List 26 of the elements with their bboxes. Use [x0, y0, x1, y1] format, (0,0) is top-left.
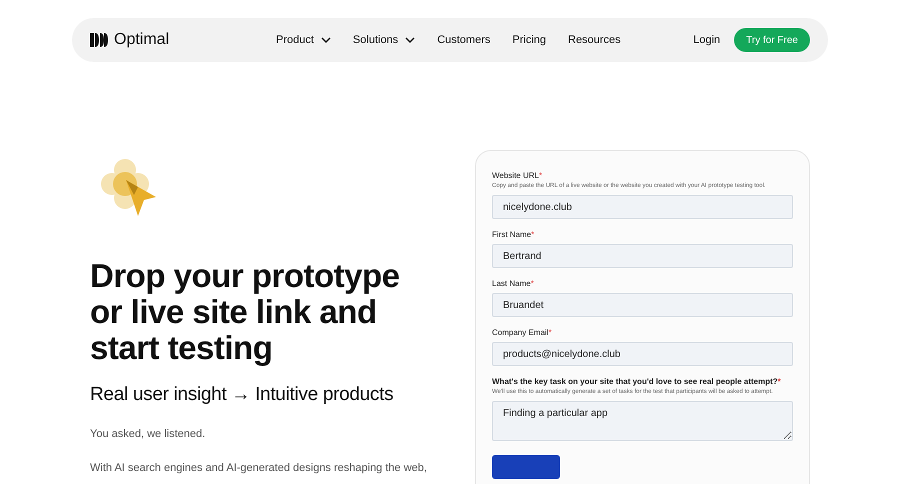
logo-icon [90, 33, 108, 47]
field-label: What's the key task on your site that you'd love to see real people attempt?* [492, 377, 782, 386]
hero-paragraph: With AI search engines and AI-generated designs reshaping the web, [90, 462, 428, 474]
nav-link[interactable]: Customers [437, 34, 490, 46]
hero-heading: Drop your prototype or live site link and start testing [90, 258, 400, 366]
chevron-down-icon [320, 37, 331, 43]
nav-link[interactable]: Solutions [352, 34, 416, 46]
field-label: Company Email* [492, 328, 553, 337]
field-label: First Name* [492, 230, 536, 239]
nav-link[interactable]: Resources [568, 34, 621, 46]
hero-paragraph: You asked, we listened. [90, 428, 206, 440]
submit-button[interactable] [492, 455, 560, 479]
text-input[interactable]: Bertrand [492, 244, 793, 268]
field-label: Website URL* [492, 171, 544, 180]
field-label: Last Name* [492, 279, 535, 288]
cursor-flower-icon [98, 158, 158, 218]
text-input[interactable]: Bruandet [492, 293, 793, 317]
text-area[interactable]: Finding a particular app [492, 401, 793, 441]
chevron-down-icon [405, 37, 416, 43]
nav-link[interactable]: Product [276, 34, 331, 46]
nav-link[interactable]: Pricing [512, 34, 546, 46]
text-input[interactable]: products@nicelydone.club [492, 342, 793, 366]
text-input[interactable]: nicelydone.club [492, 195, 793, 219]
login-link[interactable]: Login [693, 34, 720, 46]
hero-subheading: Real user insight → Intuitive products [90, 384, 394, 406]
logo-text[interactable]: Optimal [114, 31, 170, 49]
